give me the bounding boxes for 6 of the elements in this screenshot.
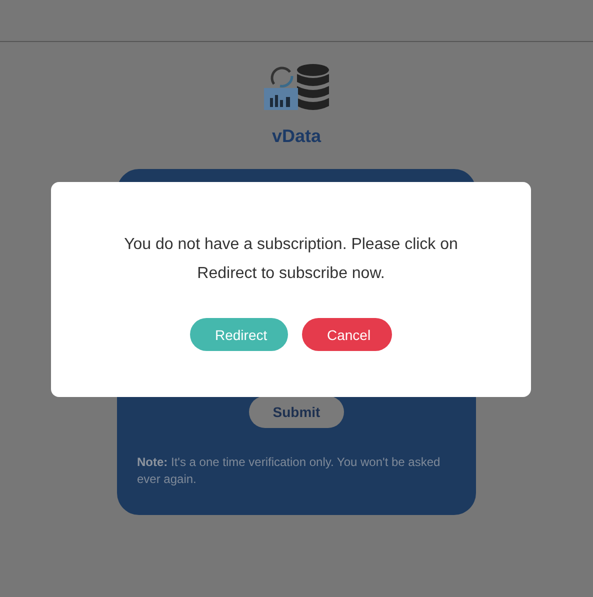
redirect-button[interactable]: Redirect <box>190 318 288 351</box>
dialog-message: You do not have a subscription. Please click on Redirect to subscribe now. <box>123 235 459 284</box>
note-text: Note: It's a one time verification only. You won't be asked ever again. <box>137 454 442 488</box>
submit-button[interactable]: Submit <box>249 396 344 428</box>
cancel-button[interactable]: Cancel <box>302 318 392 351</box>
app-name: vData <box>272 126 322 147</box>
